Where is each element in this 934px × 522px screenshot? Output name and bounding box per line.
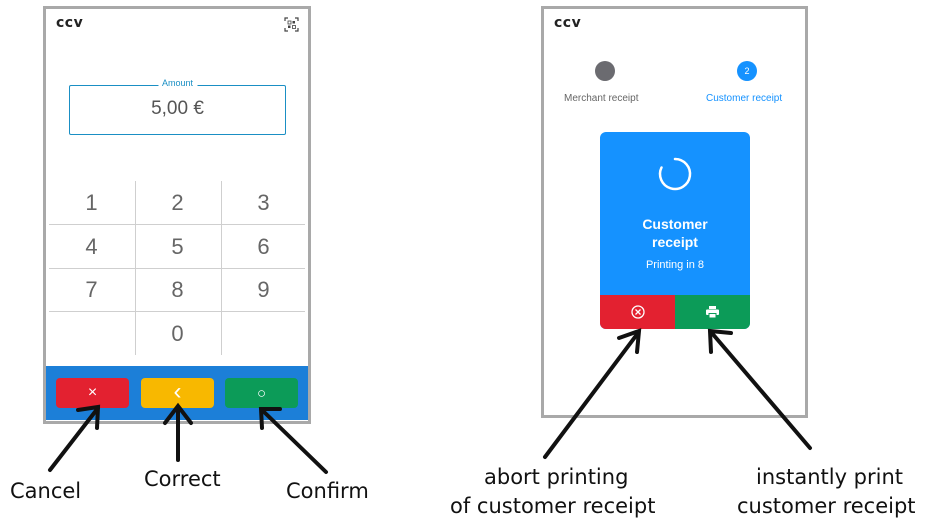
caption-print-line2: customer receipt	[737, 494, 916, 518]
caption-abort-line2: of customer receipt	[450, 494, 656, 518]
annotation-arrows	[48, 328, 812, 474]
caption-cancel: Cancel	[10, 479, 82, 503]
caption-correct: Correct	[144, 467, 221, 491]
caption-confirm: Confirm	[286, 479, 369, 503]
caption-abort-line1: abort printing	[484, 465, 629, 489]
caption-print-line1: instantly print	[756, 465, 904, 489]
